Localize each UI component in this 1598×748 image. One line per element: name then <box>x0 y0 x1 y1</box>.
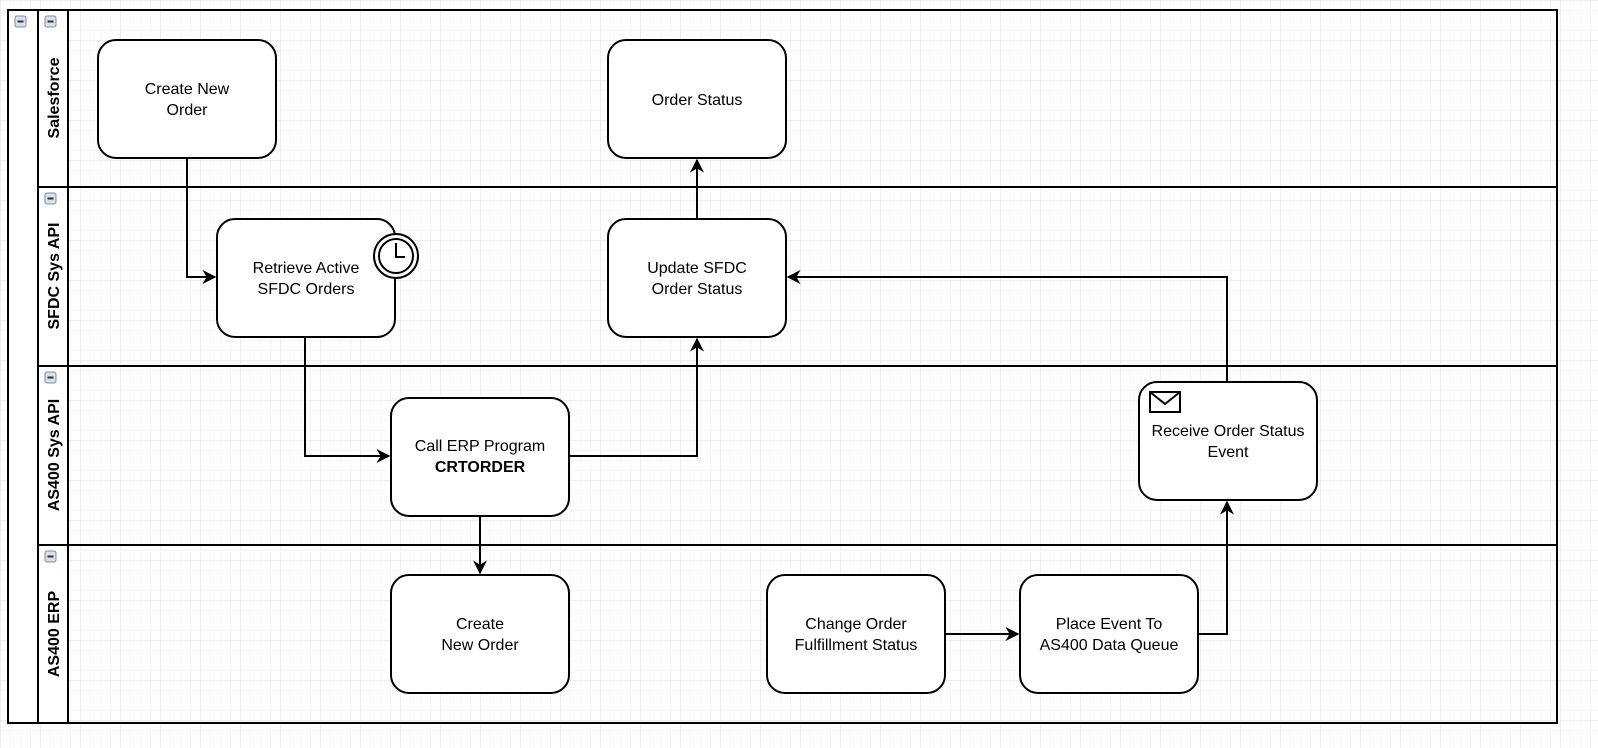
task-label: Retrieve Active <box>253 260 360 277</box>
task-receive-order-status-event[interactable]: Receive Order Status Event <box>1138 381 1318 501</box>
task-label: Place Event To <box>1056 616 1163 633</box>
task-change-order-fulfillment-status[interactable]: Change Order Fulfillment Status <box>766 574 946 694</box>
lane-collapse-icon[interactable] <box>44 550 57 563</box>
task-label: Create <box>456 616 504 633</box>
timer-clock-icon <box>373 233 419 279</box>
task-label: Order <box>167 102 209 119</box>
lane-title: AS400 Sys API <box>46 399 63 511</box>
task-label: Event <box>1208 444 1249 461</box>
task-label: Order Status <box>652 281 743 298</box>
lane-collapse-icon[interactable] <box>44 192 57 205</box>
task-create-new-order-erp[interactable]: Create New Order <box>390 574 570 694</box>
task-place-event-to-data-queue[interactable]: Place Event To AS400 Data Queue <box>1019 574 1199 694</box>
task-label: Update SFDC <box>647 260 747 277</box>
task-label: Change Order <box>805 616 907 633</box>
task-label: Fulfillment Status <box>795 637 918 654</box>
task-update-sfdc-order-status[interactable]: Update SFDC Order Status <box>607 218 787 338</box>
task-label: Create New <box>145 81 230 98</box>
task-label: New Order <box>441 637 519 654</box>
task-label: SFDC Orders <box>258 281 355 298</box>
lane-title: Salesforce <box>46 57 63 138</box>
task-label: Receive Order Status <box>1152 423 1305 440</box>
task-retrieve-active-sfdc-orders[interactable]: Retrieve Active SFDC Orders <box>216 218 419 338</box>
lane-collapse-icon[interactable] <box>44 371 57 384</box>
task-order-status[interactable]: Order Status <box>607 39 787 159</box>
task-label: CRTORDER <box>435 459 526 476</box>
task-label: Call ERP Program <box>415 438 545 455</box>
bpmn-diagram: Salesforce SFDC Sys API AS400 Sys API AS… <box>0 0 1598 748</box>
lane-collapse-icon[interactable] <box>44 15 57 28</box>
lane-title: SFDC Sys API <box>46 223 63 330</box>
task-label: AS400 Data Queue <box>1040 637 1179 654</box>
task-call-erp-program[interactable]: Call ERP Program CRTORDER <box>390 397 570 517</box>
lane-title: AS400 ERP <box>46 591 63 678</box>
task-label: Order Status <box>652 92 743 109</box>
pool-collapse-icon[interactable] <box>14 15 27 28</box>
envelope-icon <box>1149 391 1181 413</box>
task-create-new-order-salesforce[interactable]: Create New Order <box>97 39 277 159</box>
